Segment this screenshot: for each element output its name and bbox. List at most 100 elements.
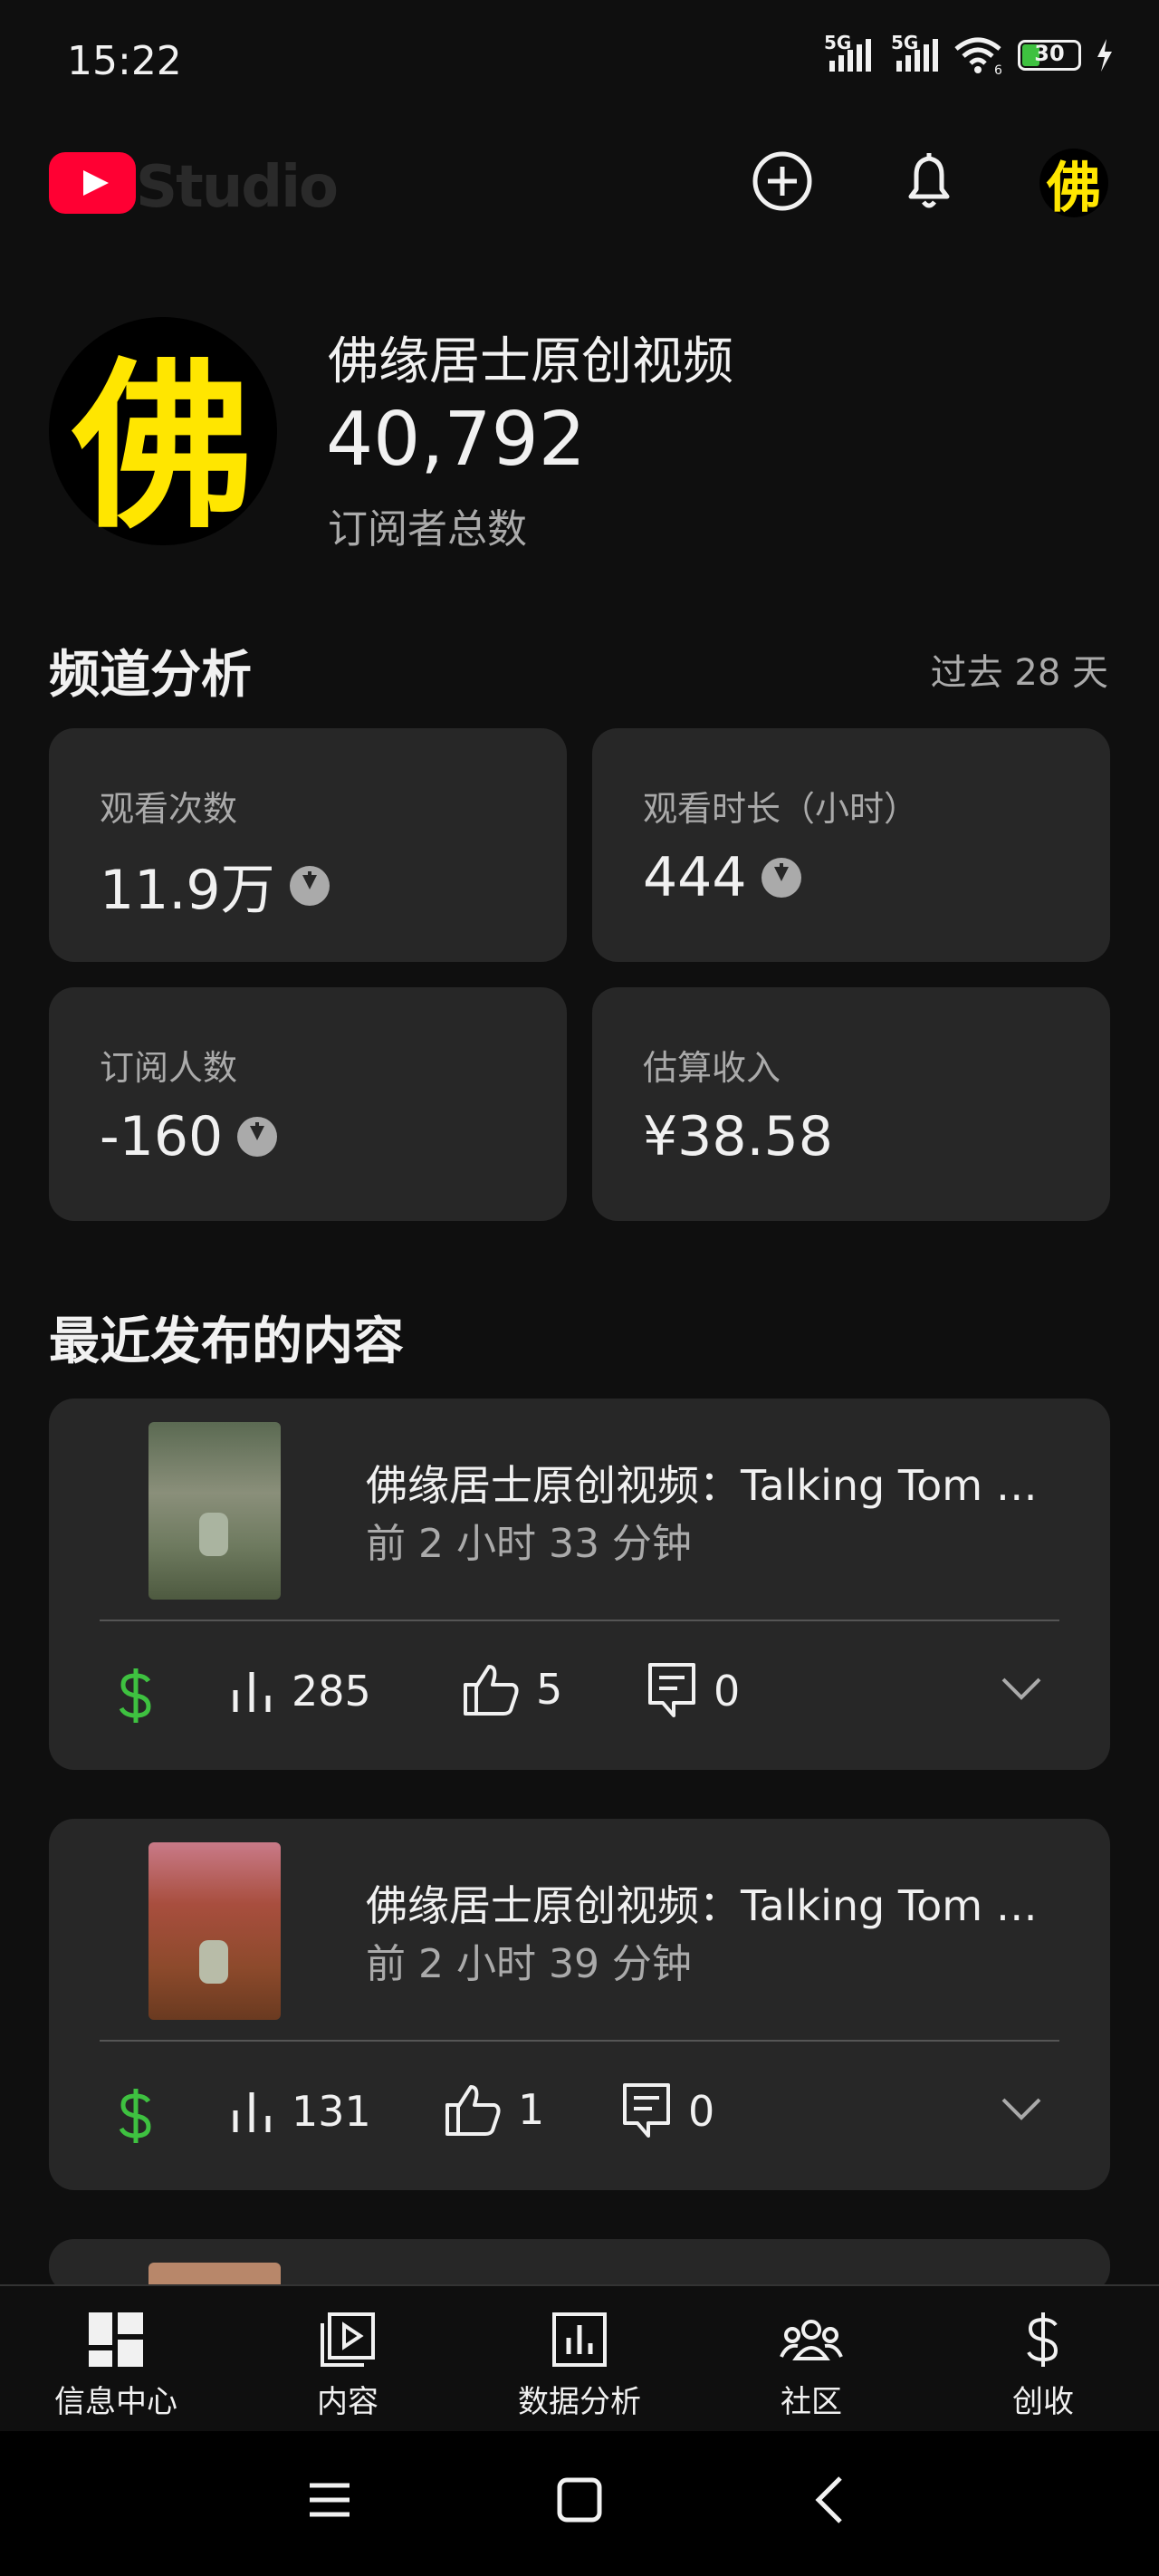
subscriber-count-label: 订阅者总数: [328, 506, 527, 553]
metric-label: 订阅人数: [100, 1048, 238, 1088]
nav-label: 数据分析: [518, 2384, 641, 2420]
video-published-time: 前 2 小时 33 分钟: [366, 1521, 692, 1567]
monetization-status[interactable]: [118, 1667, 154, 1725]
notifications-button[interactable]: [896, 149, 962, 214]
divider: [100, 2040, 1059, 2042]
cellular-signal-icon-2: 5G: [891, 32, 938, 72]
chevron-down-icon: [1001, 2098, 1041, 2120]
metric-value-text: 444: [643, 846, 747, 909]
chevron-down-icon: [1001, 1677, 1041, 1700]
bar-chart-icon: [233, 2092, 271, 2132]
metric-card-subscribers[interactable]: 订阅人数 -160: [49, 987, 567, 1221]
home-button[interactable]: [556, 2476, 603, 2527]
studio-logo-text: Studio: [136, 154, 339, 221]
likes-count: 5: [536, 1665, 563, 1714]
back-arrow-icon: [815, 2476, 842, 2523]
bottom-navigation: 信息中心 内容 数据分析 社区 创收: [0, 2284, 1159, 2433]
views-stat: 131: [230, 2087, 371, 2136]
dollar-icon: [1027, 2312, 1058, 2367]
charging-icon: [1097, 39, 1112, 72]
system-navigation-bar: [0, 2431, 1159, 2576]
network-type-label-2: 5G: [891, 32, 919, 53]
metric-card-views[interactable]: 观看次数 11.9万: [49, 728, 567, 962]
bell-icon: [908, 153, 950, 208]
comments-stat: 0: [621, 2081, 714, 2141]
views-count: 285: [292, 1667, 371, 1716]
dollar-icon: [119, 1668, 151, 1723]
battery-icon: 30: [1018, 40, 1081, 71]
metric-value: 444: [643, 846, 801, 909]
likes-count: 1: [518, 2085, 545, 2134]
comments-count: 0: [688, 2087, 715, 2136]
metric-value: -160: [100, 1105, 278, 1168]
comments-count: 0: [714, 1667, 741, 1716]
back-button[interactable]: [811, 2475, 848, 2529]
video-thumbnail[interactable]: [148, 1842, 281, 2020]
content-card[interactable]: 佛缘居士原创视频：Talking Tom … 前 2 小时 33 分钟 285 …: [49, 1399, 1110, 1770]
nav-label: 社区: [781, 2384, 842, 2420]
content-icon: [321, 2312, 375, 2367]
account-avatar[interactable]: 佛: [1039, 149, 1108, 220]
trend-down-icon: [237, 1117, 278, 1157]
bar-chart-icon: [233, 1672, 271, 1712]
nav-analytics[interactable]: 数据分析: [489, 2308, 670, 2421]
metric-label: 观看次数: [100, 789, 238, 829]
status-icons: 5G 5G 6 30: [824, 32, 1114, 74]
video-title[interactable]: 佛缘居士原创视频：Talking Tom …: [366, 1873, 1038, 1933]
divider: [100, 1620, 1059, 1621]
video-title[interactable]: 佛缘居士原创视频：Talking Tom …: [366, 1453, 1038, 1513]
likes-stat: 1: [444, 2081, 544, 2138]
community-icon: [780, 2320, 843, 2360]
nav-label: 创收: [1012, 2384, 1074, 2420]
subscriber-count: 40,792: [326, 397, 586, 483]
status-time: 15:22: [67, 38, 182, 84]
recent-content-title: 最近发布的内容: [49, 1312, 404, 1371]
nav-label: 信息中心: [54, 2384, 177, 2420]
metric-value: ¥38.58: [643, 1105, 833, 1168]
metric-value: 11.9万: [100, 846, 330, 925]
monetization-status[interactable]: [118, 2087, 154, 2145]
analytics-range: 过去 28 天: [930, 652, 1108, 694]
trend-down-icon: [761, 858, 801, 898]
metric-value-text: -160: [100, 1105, 224, 1168]
metric-card-watch-time[interactable]: 观看时长（小时） 444: [592, 728, 1110, 962]
menu-button[interactable]: [308, 2478, 351, 2525]
channel-name: 佛缘居士原创视频: [328, 332, 733, 391]
likes-stat: 5: [462, 1661, 562, 1717]
nav-content[interactable]: 内容: [257, 2308, 438, 2421]
views-stat: 285: [230, 1667, 371, 1716]
comments-stat: 0: [647, 1661, 740, 1721]
metric-value-text: ¥38.58: [643, 1105, 833, 1168]
channel-analytics-title: 频道分析: [49, 646, 252, 705]
expand-button[interactable]: [1000, 1676, 1043, 1706]
nav-earn[interactable]: 创收: [953, 2308, 1134, 2421]
metric-label: 观看时长（小时）: [643, 789, 919, 829]
video-published-time: 前 2 小时 39 分钟: [366, 1941, 692, 1987]
thumbs-up-icon: [464, 1665, 519, 1716]
nav-community[interactable]: 社区: [721, 2308, 902, 2421]
network-type-label: 5G: [824, 32, 852, 53]
nav-label: 内容: [317, 2384, 378, 2420]
metric-value-text: 11.9万: [100, 859, 275, 922]
nav-dashboard[interactable]: 信息中心: [25, 2308, 206, 2421]
expand-button[interactable]: [1000, 2096, 1043, 2127]
create-button[interactable]: [750, 149, 815, 214]
trend-down-icon: [289, 865, 330, 906]
dollar-icon: [119, 2089, 151, 2143]
metric-label: 估算收入: [643, 1048, 781, 1088]
youtube-logo-icon[interactable]: [49, 152, 136, 214]
add-circle-icon: [752, 151, 812, 211]
battery-level: 30: [1034, 41, 1065, 66]
menu-icon: [310, 2483, 350, 2517]
content-card[interactable]: 佛缘居士原创视频：Talking Tom … 前 2 小时 39 分钟 131 …: [49, 1819, 1110, 2190]
dashboard-icon: [89, 2312, 143, 2367]
views-count: 131: [292, 2087, 371, 2136]
channel-avatar: 佛: [49, 317, 277, 553]
svg-text:6: 6: [994, 63, 1002, 74]
video-thumbnail[interactable]: [148, 1422, 281, 1600]
wifi-icon: 6: [954, 37, 1002, 74]
cellular-signal-icon: 5G: [824, 32, 871, 72]
metric-card-revenue[interactable]: 估算收入 ¥38.58: [592, 987, 1110, 1221]
thumbs-up-icon: [445, 2085, 501, 2136]
comment-icon: [623, 2083, 670, 2138]
